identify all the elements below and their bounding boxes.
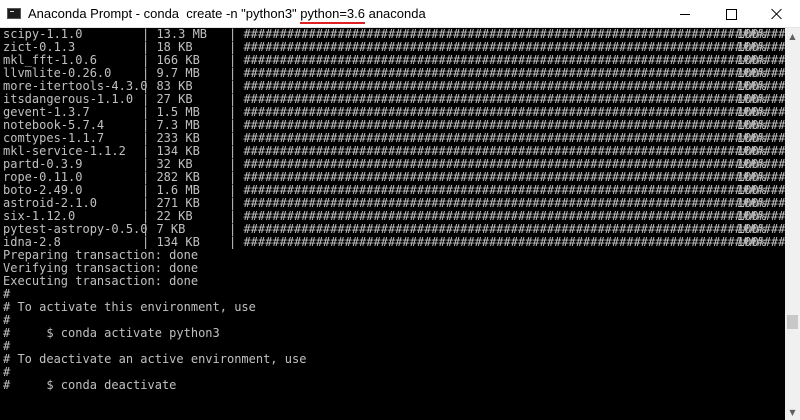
progress-bar: | ######################################… xyxy=(229,235,785,249)
anaconda-prompt-window: Anaconda Prompt - conda create -n "pytho… xyxy=(0,0,800,420)
status-line: Executing transaction: done xyxy=(3,274,199,288)
title-suffix: anaconda xyxy=(364,6,426,21)
console-output[interactable]: scipy-1.1.0 | 13.3 MB | ##################… xyxy=(0,28,785,420)
window-title: Anaconda Prompt - conda create -n "pytho… xyxy=(28,6,426,21)
deactivate-command-line: # $ conda deactivate xyxy=(3,378,177,392)
message-line: # To deactivate an active environment, u… xyxy=(3,352,307,366)
message-line: # To activate this environment, use xyxy=(3,300,256,314)
maximize-icon xyxy=(725,8,737,20)
maximize-button[interactable] xyxy=(708,0,754,28)
scroll-up-arrow-icon[interactable]: ▲ xyxy=(785,28,800,44)
vertical-scrollbar[interactable]: ▲ ▼ xyxy=(785,28,800,420)
console-icon[interactable] xyxy=(7,8,21,19)
scrollbar-thumb[interactable] xyxy=(787,315,798,329)
activate-command-line: # $ conda activate python3 xyxy=(3,326,220,340)
title-prefix: Anaconda Prompt - conda create -n "pytho… xyxy=(28,6,301,21)
title-bar[interactable]: Anaconda Prompt - conda create -n "pytho… xyxy=(0,0,800,28)
scroll-down-arrow-icon[interactable]: ▼ xyxy=(785,404,800,420)
minimize-icon xyxy=(680,13,690,15)
title-python-version: python=3.6 xyxy=(300,6,365,21)
minimize-button[interactable] xyxy=(662,0,708,28)
close-icon xyxy=(771,8,783,20)
progress-percent: 100% xyxy=(737,235,766,249)
close-button[interactable] xyxy=(754,0,800,28)
